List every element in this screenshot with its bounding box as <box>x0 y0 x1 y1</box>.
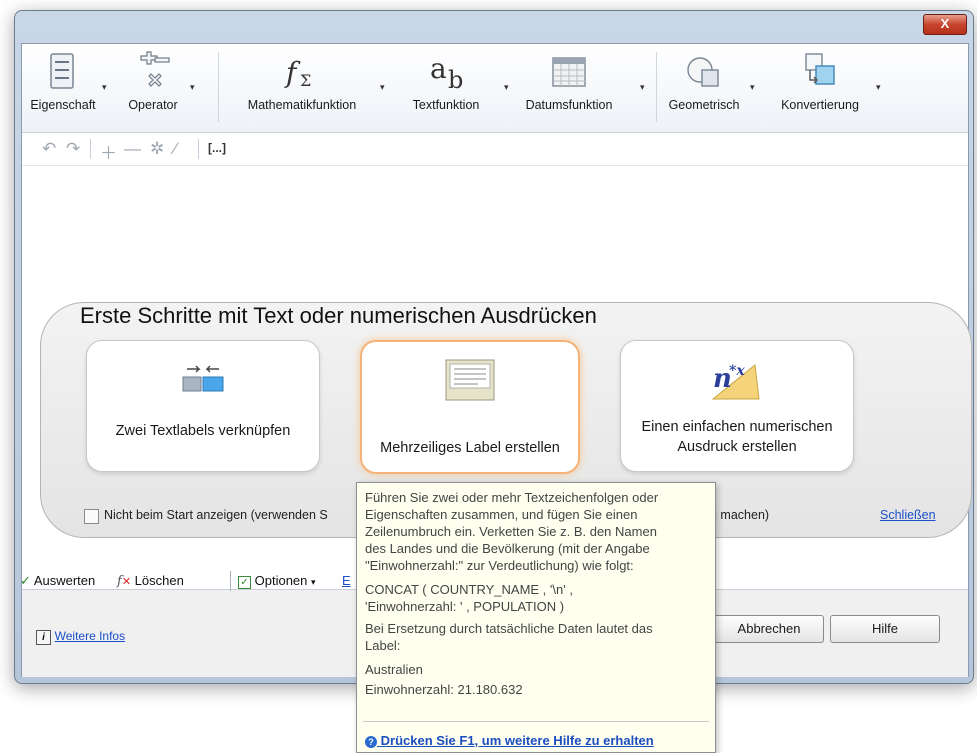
conversion-icon <box>805 53 835 85</box>
calendar-icon <box>552 57 586 87</box>
math-function-button[interactable]: f Σ Mathematikfunktion <box>236 48 368 112</box>
geometric-dropdown-icon[interactable]: ▾ <box>750 82 755 93</box>
svg-text:Σ: Σ <box>300 71 311 90</box>
conversion-button[interactable]: Konvertierung <box>766 48 874 112</box>
property-button[interactable]: Eigenschaft <box>24 48 102 112</box>
property-label: Eigenschaft <box>30 98 96 112</box>
card-label: Mehrzeiliges Label erstellen <box>380 440 560 456</box>
date-function-label: Datumsfunktion <box>525 98 613 112</box>
info-icon: i <box>36 630 51 645</box>
property-dropdown-icon[interactable]: ▾ <box>102 82 107 93</box>
numeric-expression-card[interactable]: n *x Einen einfachen numerischen Ausdruc… <box>620 340 854 472</box>
geometric-button[interactable]: Geometrisch <box>658 48 750 112</box>
tooltip-example-line: Einwohnerzahl: 21.180.632 <box>365 682 523 697</box>
multiply-icon[interactable]: ✲ <box>150 139 164 159</box>
toolbar-separator <box>218 52 219 122</box>
options-checkbox-icon: ✓ <box>238 576 251 589</box>
svg-text:*x: *x <box>729 363 745 379</box>
toolbar-separator <box>90 139 91 159</box>
svg-text:f: f <box>284 56 301 89</box>
checkmark-icon: ✓ <box>20 573 31 588</box>
svg-text:a: a <box>430 52 447 85</box>
numeric-expression-icon: n *x <box>711 363 760 400</box>
minus-icon[interactable]: — <box>124 139 141 159</box>
tooltip-code-line: 'Einwohnerzahl: ' , POPULATION ) <box>365 599 565 614</box>
dont-show-label: Nicht beim Start anzeigen (verwenden S <box>104 508 328 522</box>
tooltip-example-line: Australien <box>365 662 423 677</box>
title-bar[interactable] <box>15 11 973 37</box>
join-icon <box>182 365 224 392</box>
undo-icon[interactable]: ↶ <box>42 139 56 159</box>
help-button[interactable]: Hilfe <box>830 615 940 643</box>
tooltip-text-line: Führen Sie zwei oder mehr Textzeichenfol… <box>365 490 659 505</box>
toolbar-separator <box>198 139 199 159</box>
tooltip-divider <box>363 721 709 722</box>
geometric-label: Geometrisch <box>668 98 740 112</box>
tooltip-text-line: Eigenschaften zusammen, und fügen Sie ei… <box>365 507 638 522</box>
tooltip-text-line: "Einwohnerzahl:" zur Verdeutlichung) wie… <box>365 558 634 573</box>
card-label: Zwei Textlabels verknüpfen <box>115 423 291 439</box>
operator-button[interactable]: Operator <box>116 48 190 112</box>
math-function-dropdown-icon[interactable]: ▾ <box>380 82 385 93</box>
math-function-label: Mathematikfunktion <box>247 98 357 112</box>
tooltip-text-line: Zeilenumbruch ein. Verketten Sie z. B. d… <box>365 524 657 539</box>
tooltip: Führen Sie zwei oder mehr Textzeichenfol… <box>356 482 716 753</box>
tooltip-text-line: des Landes und die Bevölkerung (mit der … <box>365 541 650 556</box>
property-icon <box>50 53 74 89</box>
close-link[interactable]: Schließen <box>880 508 936 522</box>
text-function-label: Textfunktion <box>412 98 480 112</box>
toolbar-separator <box>656 52 657 122</box>
close-button[interactable]: X <box>923 14 967 35</box>
text-function-icon: a b <box>430 52 463 94</box>
date-function-dropdown-icon[interactable]: ▾ <box>640 82 645 93</box>
help-icon: ? <box>365 736 377 748</box>
operator-dropdown-icon[interactable]: ▾ <box>190 82 195 93</box>
f1-help-text: Drücken Sie F1, um weitere Hilfe zu erha… <box>380 733 654 748</box>
math-function-icon: f Σ <box>284 56 311 90</box>
function-toolbar: Eigenschaft ▾ Operator ▾ f Σ Mathematikf… <box>22 44 968 133</box>
svg-text:b: b <box>448 66 463 94</box>
cancel-button[interactable]: Abbrechen <box>714 615 824 643</box>
options-button[interactable]: ✓ Optionen ▾ <box>238 573 316 589</box>
text-function-button[interactable]: a b Textfunktion <box>398 48 494 112</box>
conversion-dropdown-icon[interactable]: ▾ <box>876 82 881 93</box>
evaluate-label: Auswerten <box>33 573 96 588</box>
truncated-link[interactable]: E <box>342 573 351 588</box>
join-text-labels-card[interactable]: Zwei Textlabels verknüpfen <box>86 340 320 472</box>
date-function-button[interactable]: Datumsfunktion <box>508 48 630 112</box>
redo-icon[interactable]: ↷ <box>66 139 80 159</box>
edit-toolbar: ↶ ↷ ＋ — ✲ ⁄ [...] <box>22 133 968 166</box>
dont-show-checkbox[interactable] <box>84 509 99 524</box>
multiline-label-card[interactable]: Mehrzeiliges Label erstellen <box>360 340 580 474</box>
divide-icon[interactable]: ⁄ <box>174 139 177 159</box>
brackets-button[interactable]: [...] <box>208 141 226 155</box>
more-info-link-group[interactable]: i Weitere Infos <box>36 628 125 645</box>
geometry-icon <box>687 57 719 87</box>
delete-button[interactable]: f✕ Löschen <box>117 573 184 589</box>
options-dropdown-icon: ▾ <box>311 577 316 587</box>
multiline-label-icon <box>445 359 495 401</box>
f1-help-link[interactable]: ? Drücken Sie F1, um weitere Hilfe zu er… <box>365 733 654 748</box>
tooltip-code-line: CONCAT ( COUNTRY_NAME , '\n' , <box>365 582 573 597</box>
tooltip-text-line: Bei Ersetzung durch tatsächliche Daten l… <box>365 621 653 636</box>
delete-function-icon: f✕ <box>117 574 132 589</box>
separator <box>230 571 231 591</box>
operator-icon <box>140 51 170 87</box>
getting-started-title: Erste Schritte mit Text oder numerischen… <box>80 303 597 328</box>
operator-label: Operator <box>128 98 178 112</box>
more-info-link: Weitere Infos <box>54 629 126 643</box>
card-label: Einen einfachen numerischen Ausdruck ers… <box>641 419 833 455</box>
delete-label: Löschen <box>134 573 184 588</box>
tooltip-text-line: Label: <box>365 638 401 653</box>
plus-icon[interactable]: ＋ <box>100 139 117 164</box>
conversion-label: Konvertierung <box>781 98 859 112</box>
checkbox-label-tail: u machen) <box>710 508 770 522</box>
options-label: Optionen <box>254 573 308 588</box>
evaluate-button[interactable]: ✓ Auswerten <box>20 573 95 589</box>
